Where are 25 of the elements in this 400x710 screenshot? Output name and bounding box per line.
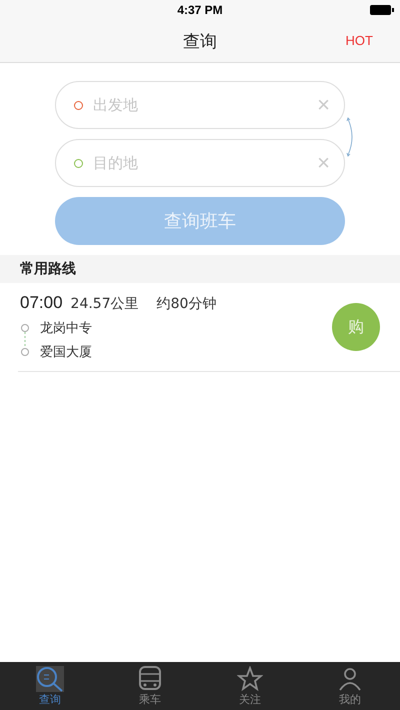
- tab[interactable]: 关注: [200, 662, 300, 710]
- search-bus-button[interactable]: 查询班车: [55, 197, 345, 245]
- tab[interactable]: 查询: [0, 662, 100, 710]
- buy-button[interactable]: 购: [332, 303, 380, 351]
- route-distance: 24.57公里: [70, 295, 139, 313]
- bus-icon: [137, 666, 163, 692]
- tab[interactable]: 乘车: [100, 662, 200, 710]
- battery-icon: [370, 5, 394, 15]
- route-duration: 约80分钟: [156, 295, 216, 313]
- location-field[interactable]: 目的地 ×: [55, 139, 345, 187]
- section-header: 常用路线: [0, 255, 400, 283]
- tab[interactable]: 我的: [300, 662, 400, 710]
- hot-button[interactable]: HOT: [344, 31, 375, 50]
- clear-button[interactable]: ×: [317, 152, 330, 174]
- star-icon: [237, 666, 263, 692]
- page-title: 查询: [183, 30, 217, 52]
- search-icon: [36, 666, 64, 692]
- route-stops-icon: [20, 323, 30, 357]
- person-icon: [337, 666, 363, 692]
- location-field[interactable]: 出发地 ×: [55, 81, 345, 129]
- status-time: 4:37 PM: [177, 3, 223, 17]
- stop-name: 爱国大厦: [40, 344, 92, 361]
- clear-button[interactable]: ×: [317, 94, 330, 116]
- departure-time: 07:00: [20, 293, 63, 313]
- stop-name: 龙岗中专: [40, 320, 92, 337]
